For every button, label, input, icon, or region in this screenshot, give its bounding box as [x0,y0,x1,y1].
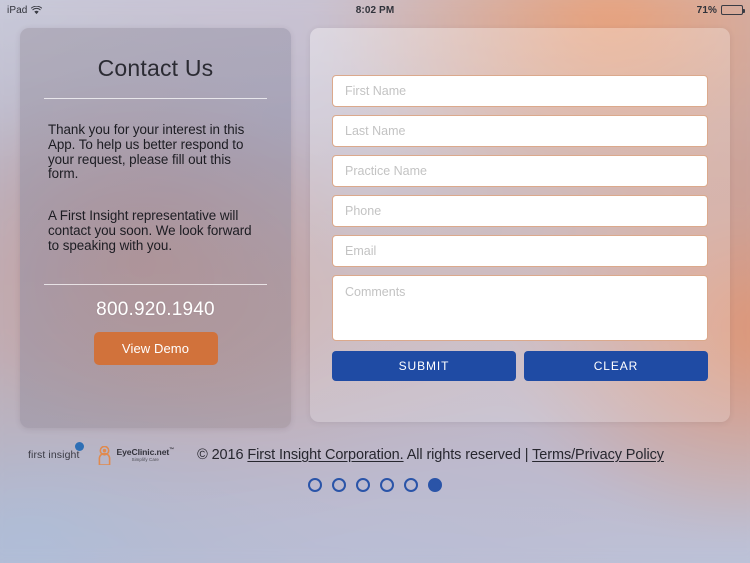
pagination-dot[interactable] [356,478,370,492]
footer-separator: | [524,447,529,463]
battery-percent-label: 71% [696,4,717,16]
status-bar-left: iPad [7,4,43,16]
pagination-dot[interactable] [308,478,322,492]
first-name-input[interactable] [332,75,708,107]
first-insight-logo-text: first insight [28,449,80,461]
comments-textarea[interactable] [332,275,708,341]
title-divider [44,98,267,99]
practice-name-input[interactable] [332,155,708,187]
terms-privacy-link[interactable]: Terms/Privacy Policy [532,447,664,463]
status-bar: iPad 8:02 PM 71% [0,0,750,20]
phone-number[interactable]: 800.920.1940 [20,299,291,321]
status-bar-clock: 8:02 PM [355,4,395,16]
device-name-label: iPad [7,4,28,16]
eyeclinic-logo-text: EyeClinic.net™ Simplify Care [116,446,175,463]
copyright-year: 2016 [211,447,244,463]
eyeclinic-name: EyeClinic.net™ [116,446,175,457]
intro-paragraph-2: A First Insight representative will cont… [48,208,252,253]
pagination-dot-active[interactable] [428,478,442,492]
form-button-row: SUBMIT CLEAR [332,351,708,381]
clear-button[interactable]: CLEAR [524,351,708,381]
contact-info-panel: Contact Us Thank you for your interest i… [20,28,291,428]
submit-button[interactable]: SUBMIT [332,351,516,381]
pagination-dots [0,478,750,492]
eyeclinic-person-icon [96,445,113,466]
view-demo-button[interactable]: View Demo [93,331,218,365]
wifi-icon [31,5,43,15]
eyeclinic-logo: EyeClinic.net™ Simplify Care [96,445,175,466]
pagination-dot[interactable] [332,478,346,492]
battery-icon [721,5,745,15]
copyright-symbol: © [197,447,208,463]
copyright-line: © 2016 First Insight Corporation. All ri… [197,447,664,463]
contact-form-panel: SUBMIT CLEAR [310,28,730,422]
phone-input[interactable] [332,195,708,227]
first-insight-logo: first insight [28,442,84,461]
intro-paragraph-1: Thank you for your interest in this App.… [48,122,245,182]
footer: first insight EyeClinic.net™ Simplify Ca… [0,438,750,472]
rights-reserved-label: All rights reserved [406,447,521,463]
last-name-input[interactable] [332,115,708,147]
phone-divider [44,283,267,285]
company-name-link[interactable]: First Insight Corporation. [247,447,403,463]
page-title: Contact Us [97,55,214,81]
contact-form: SUBMIT CLEAR [310,28,730,381]
status-bar-right: 71% [696,4,745,16]
pagination-dot[interactable] [404,478,418,492]
eyeclinic-tagline: Simplify Care [131,456,159,462]
email-input[interactable] [332,235,708,267]
pagination-dot[interactable] [380,478,394,492]
first-insight-swirl-icon [75,442,84,451]
